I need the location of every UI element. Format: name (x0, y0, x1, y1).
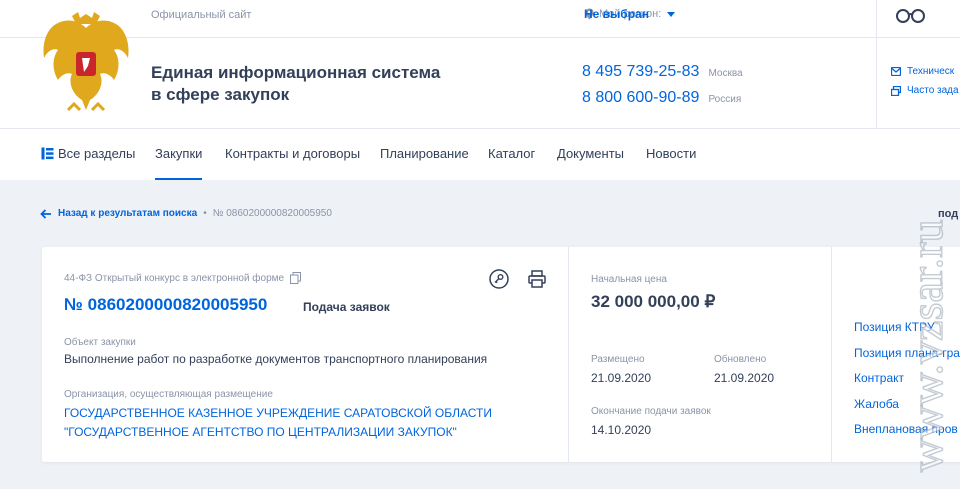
price-value: 32 000 000,00 ₽ (591, 292, 716, 311)
site-title-line2: в сфере закупок (151, 85, 290, 104)
nav-purchases[interactable]: Закупки (155, 146, 203, 181)
copy-icon[interactable] (290, 272, 302, 284)
object-label: Объект закупки (64, 337, 136, 348)
region-selector[interactable]: Мой регион: Не выбран (584, 7, 676, 21)
breadcrumb: Назад к результатам поиска • № 086020000… (40, 208, 332, 219)
phones-block: 8 495 739-25-83 Москва 8 800 600-90-89 Р… (582, 63, 743, 115)
phone-city: Москва (708, 68, 743, 79)
main-nav: Все разделы Закупки Контракты и договоры… (0, 128, 960, 181)
object-value: Выполнение работ по разработке документо… (64, 352, 488, 366)
deadline-value: 14.10.2020 (591, 423, 652, 437)
link-ktru[interactable]: Позиция КТРУ (854, 320, 960, 346)
related-links: Позиция КТРУ Позиция плана-гра Контракт … (854, 320, 960, 448)
phone-moscow: 8 495 739-25-83 Москва (582, 63, 743, 81)
price-label: Начальная цена (591, 274, 667, 285)
nav-documents[interactable]: Документы (557, 146, 624, 161)
glasses-icon (896, 9, 925, 23)
arrow-left-icon (40, 208, 51, 219)
site-title-line1: Единая информационная система (151, 63, 441, 82)
support-panel: Техническ Часто зада (876, 38, 960, 128)
updated-label: Обновлено (714, 354, 767, 365)
faq-icon (891, 85, 901, 96)
nav-planning[interactable]: Планирование (380, 146, 469, 161)
envelope-icon (891, 67, 901, 76)
region-value[interactable]: Не выбран (584, 7, 649, 21)
status-badge: Подача заявок (303, 300, 390, 314)
site-title[interactable]: Единая информационная система в сфере за… (151, 62, 471, 106)
phone-city: Россия (708, 94, 742, 105)
link-plan[interactable]: Позиция плана-гра (854, 346, 960, 372)
placed-value: 21.09.2020 (591, 371, 652, 385)
sections-icon (41, 147, 54, 160)
support-link[interactable]: Техническ (891, 66, 954, 77)
link-contract[interactable]: Контракт (854, 371, 960, 397)
top-bar: Официальный сайт Мой регион: Не выбран (0, 0, 960, 38)
law-label: 44-ФЗ Открытый конкурс в электронной фор… (64, 272, 285, 284)
breadcrumb-separator: • (203, 208, 207, 219)
print-icon[interactable] (527, 269, 547, 289)
column-divider (831, 247, 832, 462)
updated-value: 21.09.2020 (714, 371, 775, 385)
breadcrumb-current: № 0860200000820005950 (212, 208, 332, 219)
key-icon[interactable] (489, 269, 509, 289)
back-label: Назад к результатам поиска (58, 208, 198, 219)
link-complaint[interactable]: Жалоба (854, 397, 960, 423)
official-site-label: Официальный сайт (151, 9, 252, 21)
placed-label: Размещено (591, 354, 645, 365)
org-label: Организация, осуществляющая размещение (64, 389, 273, 400)
nav-contracts[interactable]: Контракты и договоры (225, 146, 360, 161)
nav-catalog[interactable]: Каталог (488, 146, 535, 161)
faq-label: Часто зада (907, 85, 959, 96)
subscribe-partial[interactable]: под (938, 208, 958, 220)
purchase-number[interactable]: № 0860200000820005950 (64, 295, 267, 315)
nav-all-sections[interactable]: Все разделы (41, 146, 135, 161)
deadline-label: Окончание подачи заявок (591, 406, 711, 417)
content-area: Назад к результатам поиска • № 086020000… (0, 180, 960, 489)
org-link[interactable]: ГОСУДАРСТВЕННОЕ КАЗЕННОЕ УЧРЕЖДЕНИЕ САРА… (64, 404, 492, 442)
link-inspection[interactable]: Внеплановая пров (854, 422, 960, 448)
law-type: 44-ФЗ Открытый конкурс в электронной фор… (64, 272, 302, 284)
nav-news[interactable]: Новости (646, 146, 696, 161)
back-to-results-link[interactable]: Назад к результатам поиска (40, 208, 197, 219)
nav-label: Все разделы (58, 146, 136, 161)
column-divider (568, 247, 569, 462)
phone-russia: 8 800 600-90-89 Россия (582, 89, 743, 107)
phone-number[interactable]: 8 800 600-90-89 (582, 89, 699, 107)
purchase-card: 44-ФЗ Открытый конкурс в электронной фор… (42, 247, 960, 462)
phone-number[interactable]: 8 495 739-25-83 (582, 63, 699, 81)
faq-link[interactable]: Часто зада (891, 85, 959, 96)
accessibility-toggle[interactable] (876, 0, 960, 38)
org-line2: "ГОСУДАРСТВЕННОЕ АГЕНТСТВО ПО ЦЕНТРАЛИЗА… (64, 425, 457, 439)
coat-of-arms-logo[interactable] (38, 10, 134, 118)
org-line1: ГОСУДАРСТВЕННОЕ КАЗЕННОЕ УЧРЕЖДЕНИЕ САРА… (64, 406, 492, 420)
support-label: Техническ (907, 66, 955, 77)
chevron-down-icon (667, 11, 676, 17)
